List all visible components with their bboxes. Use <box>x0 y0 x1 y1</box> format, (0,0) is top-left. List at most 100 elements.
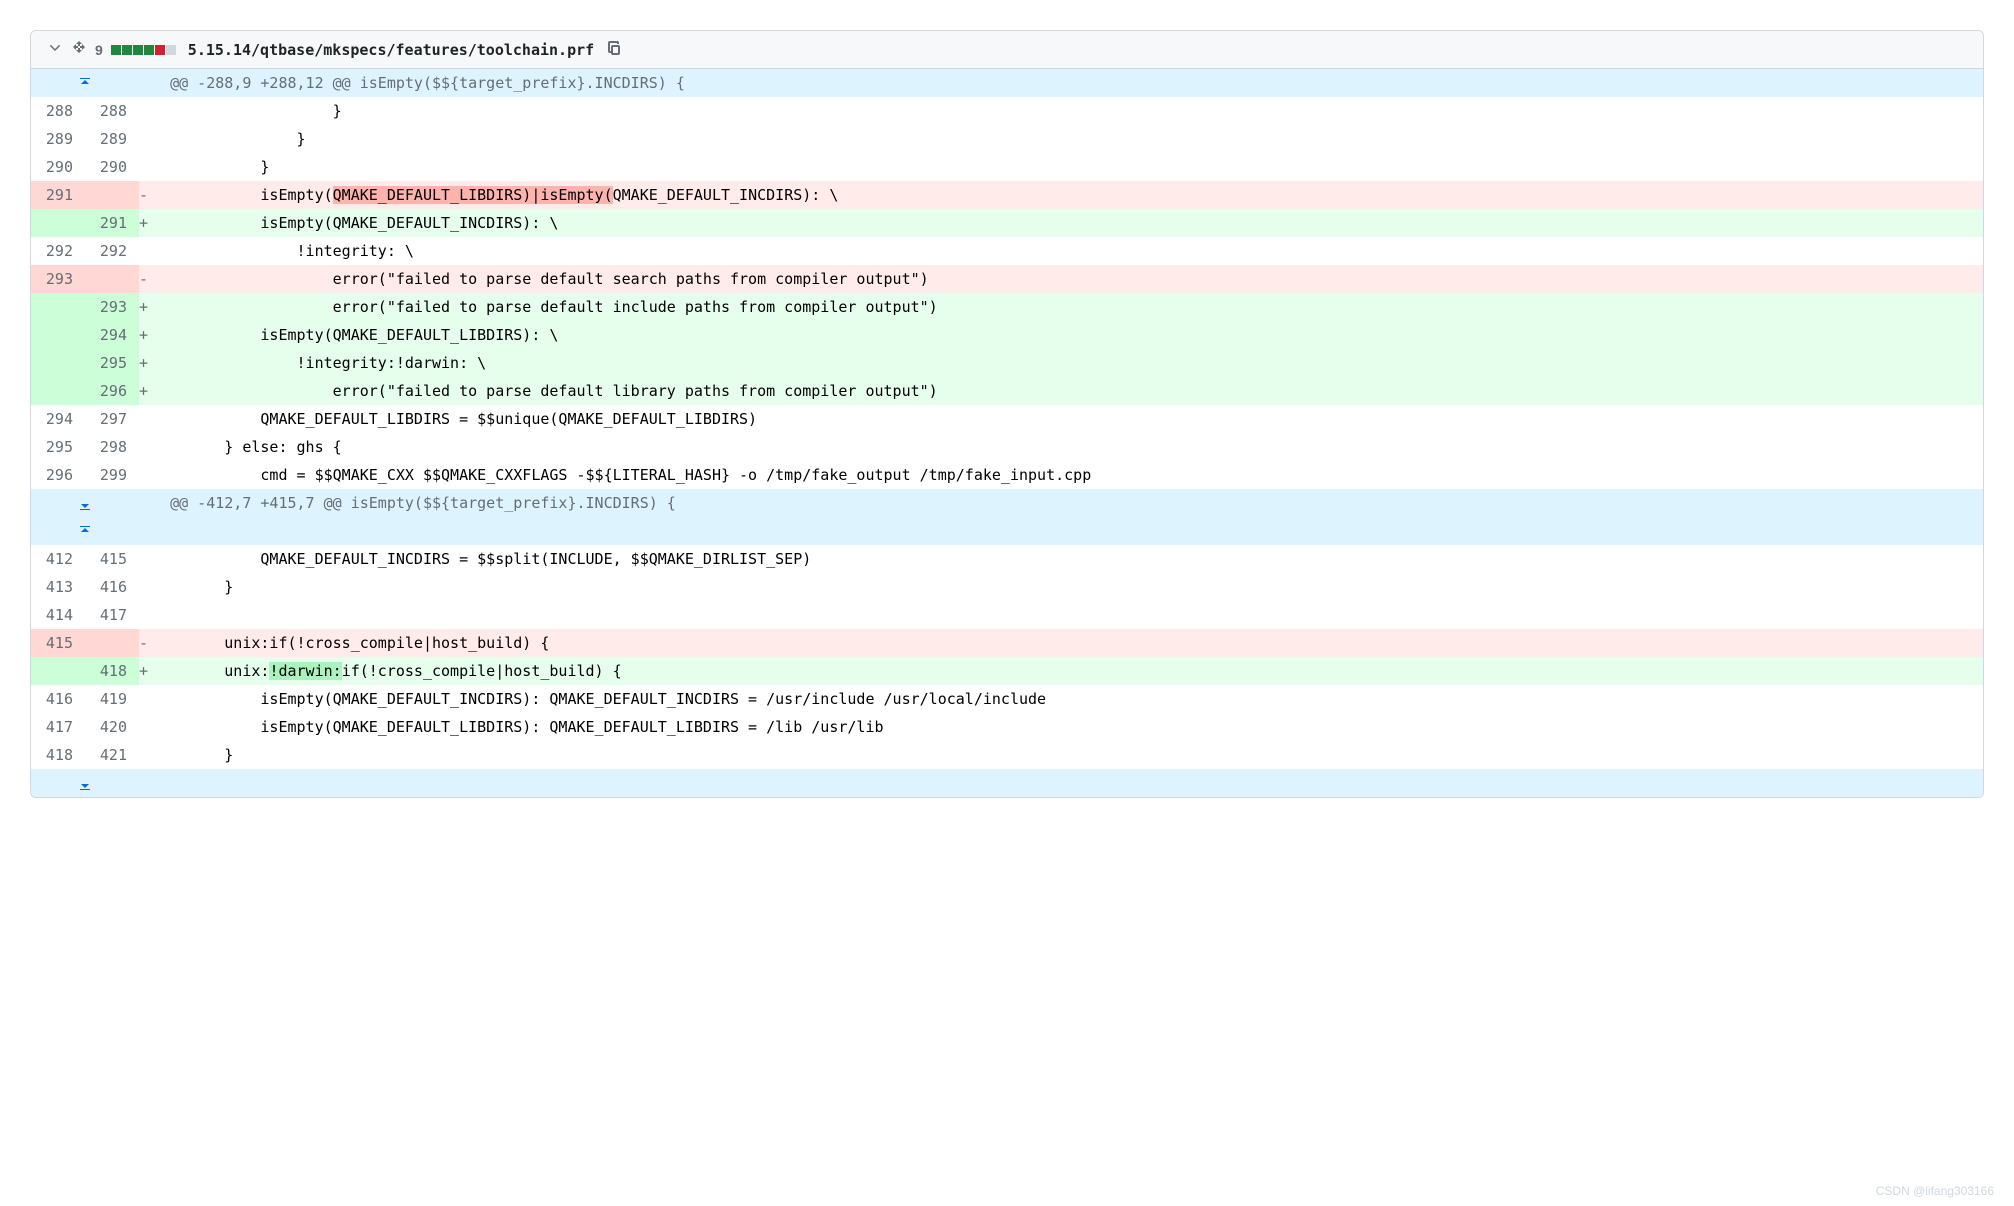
new-line-number[interactable]: 421 <box>85 741 139 769</box>
diff-marker <box>139 713 148 741</box>
new-line-number[interactable]: 299 <box>85 461 139 489</box>
new-line-number[interactable]: 291 <box>85 209 139 237</box>
new-line-number[interactable]: 298 <box>85 433 139 461</box>
hunk-header-text: @@ -288,9 +288,12 @@ isEmpty($${target_p… <box>148 69 1983 97</box>
old-line-number[interactable]: 417 <box>31 713 85 741</box>
diff-marker <box>139 97 148 125</box>
diff-line-add: 294+ isEmpty(QMAKE_DEFAULT_LIBDIRS): \ <box>31 321 1983 349</box>
code-content: isEmpty(QMAKE_DEFAULT_LIBDIRS): QMAKE_DE… <box>148 713 1983 741</box>
expand-cell[interactable] <box>31 489 139 545</box>
old-line-number[interactable]: 288 <box>31 97 85 125</box>
diff-marker <box>139 461 148 489</box>
diff-marker: + <box>139 209 148 237</box>
old-line-number[interactable]: 295 <box>31 433 85 461</box>
new-line-number[interactable]: 415 <box>85 545 139 573</box>
stat-square-add <box>144 45 154 55</box>
diff-line-add: 296+ error("failed to parse default libr… <box>31 377 1983 405</box>
code-content: } <box>148 97 1983 125</box>
old-line-number[interactable] <box>31 349 85 377</box>
old-line-number[interactable]: 289 <box>31 125 85 153</box>
old-line-number[interactable]: 291 <box>31 181 85 209</box>
new-line-number[interactable] <box>85 629 139 657</box>
diff-marker <box>139 433 148 461</box>
new-line-number[interactable]: 289 <box>85 125 139 153</box>
diff-marker <box>139 573 148 601</box>
diff-marker <box>139 405 148 433</box>
stat-square-add <box>111 45 121 55</box>
expand-cell[interactable] <box>31 69 139 97</box>
old-line-number[interactable] <box>31 209 85 237</box>
old-line-number[interactable]: 413 <box>31 573 85 601</box>
code-content: } <box>148 573 1983 601</box>
code-content: QMAKE_DEFAULT_INCDIRS = $$split(INCLUDE,… <box>148 545 1983 573</box>
old-line-number[interactable] <box>31 657 85 685</box>
diff-marker: - <box>139 265 148 293</box>
new-line-number[interactable]: 296 <box>85 377 139 405</box>
old-line-number[interactable]: 412 <box>31 545 85 573</box>
new-line-number[interactable]: 292 <box>85 237 139 265</box>
stat-square-add <box>122 45 132 55</box>
old-line-number[interactable]: 290 <box>31 153 85 181</box>
new-line-number[interactable]: 418 <box>85 657 139 685</box>
code-content: } <box>148 741 1983 769</box>
diff-line-ctx: 294297 QMAKE_DEFAULT_LIBDIRS = $$unique(… <box>31 405 1983 433</box>
expand-cell[interactable] <box>31 769 139 797</box>
old-line-number[interactable] <box>31 293 85 321</box>
old-line-number[interactable]: 294 <box>31 405 85 433</box>
diff-marker <box>139 237 148 265</box>
new-line-number[interactable] <box>85 265 139 293</box>
new-line-number[interactable]: 297 <box>85 405 139 433</box>
new-line-number[interactable]: 293 <box>85 293 139 321</box>
file-header: 9 5.15.14/qtbase/mkspecs/features/toolch… <box>31 31 1983 69</box>
old-line-number[interactable] <box>31 377 85 405</box>
new-line-number[interactable] <box>85 181 139 209</box>
diff-line-ctx: 290290 } <box>31 153 1983 181</box>
diff-marker <box>139 685 148 713</box>
expand-row <box>31 769 1983 797</box>
old-line-number[interactable]: 416 <box>31 685 85 713</box>
diff-marker <box>139 741 148 769</box>
stat-square-add <box>133 45 143 55</box>
code-content: isEmpty(QMAKE_DEFAULT_LIBDIRS)|isEmpty(Q… <box>148 181 1983 209</box>
diff-marker: + <box>139 293 148 321</box>
old-line-number[interactable]: 415 <box>31 629 85 657</box>
diff-line-del: 415- unix:if(!cross_compile|host_build) … <box>31 629 1983 657</box>
diff-marker <box>139 125 148 153</box>
expand-up-icon[interactable] <box>31 69 139 97</box>
expand-down-icon[interactable] <box>31 769 139 797</box>
collapse-chevron-icon[interactable] <box>47 39 63 60</box>
diff-line-add: 295+ !integrity:!darwin: \ <box>31 349 1983 377</box>
code-content: !integrity: \ <box>148 237 1983 265</box>
code-content: } <box>148 125 1983 153</box>
code-content: } else: ghs { <box>148 433 1983 461</box>
new-line-number[interactable]: 417 <box>85 601 139 629</box>
new-line-number[interactable]: 419 <box>85 685 139 713</box>
expand-up-icon[interactable] <box>31 517 139 545</box>
new-line-number[interactable]: 416 <box>85 573 139 601</box>
old-line-number[interactable]: 418 <box>31 741 85 769</box>
code-content <box>148 601 1983 629</box>
new-line-number[interactable]: 288 <box>85 97 139 125</box>
diff-line-ctx: 417420 isEmpty(QMAKE_DEFAULT_LIBDIRS): Q… <box>31 713 1983 741</box>
diff-line-ctx: 296299 cmd = $$QMAKE_CXX $$QMAKE_CXXFLAG… <box>31 461 1983 489</box>
new-line-number[interactable]: 295 <box>85 349 139 377</box>
copy-path-icon[interactable] <box>606 39 622 60</box>
old-line-number[interactable] <box>31 321 85 349</box>
hunk-marker <box>139 489 148 545</box>
old-line-number[interactable]: 414 <box>31 601 85 629</box>
code-content: } <box>148 153 1983 181</box>
old-line-number[interactable]: 296 <box>31 461 85 489</box>
expand-all-icon[interactable] <box>71 39 87 60</box>
new-line-number[interactable]: 290 <box>85 153 139 181</box>
diff-marker <box>139 153 148 181</box>
new-line-number[interactable]: 294 <box>85 321 139 349</box>
code-content: error("failed to parse default include p… <box>148 293 1983 321</box>
code-content: unix:!darwin:if(!cross_compile|host_buil… <box>148 657 1983 685</box>
old-line-number[interactable]: 292 <box>31 237 85 265</box>
diff-line-add: 291+ isEmpty(QMAKE_DEFAULT_INCDIRS): \ <box>31 209 1983 237</box>
hunk-header-text: @@ -412,7 +415,7 @@ isEmpty($${target_pr… <box>148 489 1983 545</box>
expand-down-icon[interactable] <box>31 489 139 517</box>
new-line-number[interactable]: 420 <box>85 713 139 741</box>
file-path[interactable]: 5.15.14/qtbase/mkspecs/features/toolchai… <box>188 41 594 59</box>
old-line-number[interactable]: 293 <box>31 265 85 293</box>
